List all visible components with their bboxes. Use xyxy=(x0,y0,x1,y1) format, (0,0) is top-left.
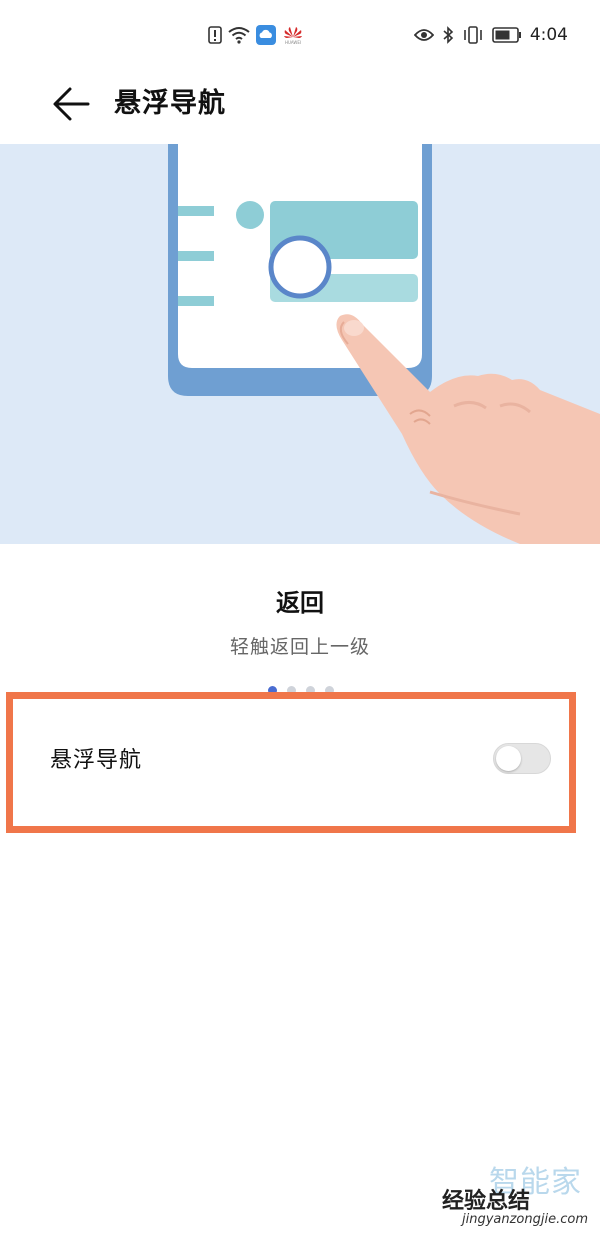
cloud-icon xyxy=(256,25,276,45)
status-right-icons: 4:04 xyxy=(413,22,568,48)
highlight-box xyxy=(6,692,576,833)
huawei-logo: HUAWEI xyxy=(284,27,302,45)
watermark: 智能家 经验总结 jingyanzongjie.com xyxy=(442,1157,590,1227)
illustration-graphic xyxy=(168,144,600,544)
status-bar: HUAWEI 4:04 xyxy=(0,0,600,70)
gesture-title: 返回 xyxy=(276,589,324,617)
status-time: 4:04 xyxy=(529,25,568,45)
gesture-description: 轻触返回上一级 xyxy=(229,636,370,658)
alert-icon xyxy=(208,26,222,44)
status-left-icons: HUAWEI xyxy=(208,22,304,48)
app-header: 悬浮导航 xyxy=(0,70,600,144)
vibrate-icon xyxy=(464,26,482,44)
page-title: 悬浮导航 xyxy=(114,88,226,119)
battery-icon xyxy=(492,27,521,43)
bluetooth-icon xyxy=(443,26,453,44)
huawei-logo-text: HUAWEI xyxy=(285,40,301,45)
floating-nav-illustration xyxy=(0,144,600,544)
back-arrow-icon[interactable] xyxy=(48,82,92,126)
wifi-icon xyxy=(228,27,250,44)
watermark-mid: 经验总结 xyxy=(442,1189,531,1214)
watermark-url: jingyanzongjie.com xyxy=(461,1212,588,1227)
eye-icon xyxy=(413,29,434,41)
